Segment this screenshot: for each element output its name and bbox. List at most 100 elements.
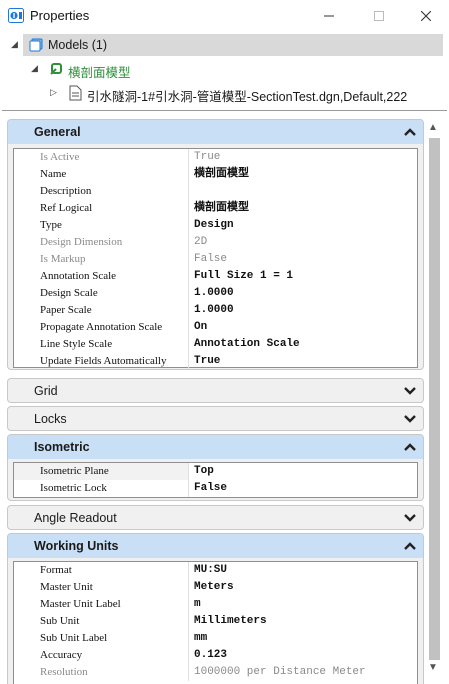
property-row[interactable]: Type Design — [14, 217, 417, 234]
section-general: General Is Active True Name 横剖面模型 Descriptio… — [7, 119, 424, 370]
property-row[interactable]: Description — [14, 183, 417, 200]
scroll-up-arrow-icon[interactable]: ▲ — [428, 122, 438, 133]
property-value[interactable]: MU:SU — [190, 562, 417, 579]
property-name: Master Unit — [14, 579, 189, 596]
section-grid: Grid — [7, 378, 424, 403]
section-title: Grid — [34, 384, 58, 398]
property-name: Is Markup — [14, 251, 189, 268]
property-value[interactable]: mm — [190, 630, 417, 647]
property-row[interactable]: Propagate Annotation Scale On — [14, 319, 417, 336]
maximize-icon — [374, 10, 384, 21]
property-row[interactable]: Master Unit Label m — [14, 596, 417, 613]
section-title: Working Units — [34, 539, 119, 553]
property-value: 2D — [194, 236, 208, 248]
property-name: Design Scale — [14, 285, 189, 302]
tree-item-model[interactable]: ◢ 横剖面模型 — [2, 58, 422, 80]
property-name: Isometric Plane — [14, 463, 189, 480]
property-row[interactable]: Name 横剖面模型 — [14, 166, 417, 183]
property-row[interactable]: Format MU:SU — [14, 562, 417, 579]
model-name-label: 横剖面模型 — [68, 66, 131, 80]
chevron-down-icon[interactable] — [404, 413, 416, 425]
property-name: Update Fields Automatically — [14, 353, 189, 369]
property-row[interactable]: Line Style Scale Annotation Scale — [14, 336, 417, 353]
property-value[interactable]: Full Size 1 = 1 — [190, 268, 417, 285]
property-name: Is Active — [14, 149, 189, 166]
section-general-header[interactable]: General — [8, 120, 423, 144]
design-model-icon — [50, 63, 62, 75]
property-row[interactable]: Ref Logical 横剖面模型 — [14, 200, 417, 217]
property-value[interactable]: 1.0000 — [190, 285, 417, 302]
property-value: True — [194, 151, 221, 163]
chevron-down-icon[interactable] — [404, 385, 416, 397]
property-row[interactable]: Is Markup False — [14, 251, 417, 268]
property-row[interactable]: Isometric Lock False — [14, 480, 417, 497]
property-value: False — [194, 253, 228, 265]
expand-arrow-icon[interactable]: ▷ — [50, 87, 57, 98]
section-angle-readout: Angle Readout — [7, 505, 424, 530]
property-row[interactable]: Sub Unit Millimeters — [14, 613, 417, 630]
property-row[interactable]: Resolution 1000000 per Distance Meter — [14, 664, 417, 681]
property-value[interactable]: Meters — [190, 579, 417, 596]
property-value[interactable]: Top — [190, 463, 417, 480]
collapse-arrow-icon[interactable]: ◢ — [31, 63, 38, 74]
property-value[interactable]: 0.123 — [190, 647, 417, 664]
property-name: Annotation Scale — [14, 268, 189, 285]
property-name: Master Unit Label — [14, 596, 189, 613]
property-value[interactable]: Annotation Scale — [190, 336, 417, 353]
collapse-arrow-icon[interactable]: ◢ — [11, 39, 18, 50]
close-button[interactable] — [403, 0, 449, 31]
chevron-up-icon[interactable] — [404, 540, 416, 552]
property-value[interactable]: Millimeters — [190, 613, 417, 630]
property-row[interactable]: Design Dimension 2D — [14, 234, 417, 251]
property-name: Ref Logical — [14, 200, 189, 217]
property-value[interactable]: True — [190, 353, 417, 369]
property-value[interactable]: 1.0000 — [190, 302, 417, 319]
minimize-icon — [324, 15, 334, 16]
property-value[interactable]: False — [190, 480, 417, 497]
property-value[interactable]: 横剖面模型 — [190, 166, 417, 183]
section-grid-header[interactable]: Grid — [8, 379, 423, 402]
property-row[interactable]: Design Scale 1.0000 — [14, 285, 417, 302]
property-row[interactable]: Update Fields Automatically True — [14, 353, 417, 369]
property-value[interactable]: m — [190, 596, 417, 613]
property-name: Format — [14, 562, 189, 579]
property-row[interactable]: Is Active True — [14, 149, 417, 166]
property-name: Isometric Lock — [14, 480, 189, 497]
property-row[interactable]: Sub Unit Label mm — [14, 630, 417, 647]
property-grid: Isometric Plane Top Isometric Lock False — [13, 462, 418, 498]
property-row[interactable]: Isometric Plane Top — [14, 463, 417, 480]
property-value: 1000000 per Distance Meter — [194, 666, 366, 678]
section-angle-readout-header[interactable]: Angle Readout — [8, 506, 423, 529]
property-grid: Format MU:SU Master Unit Meters Master Unit … — [13, 561, 418, 684]
property-value[interactable]: On — [190, 319, 417, 336]
property-value[interactable]: Design — [190, 217, 417, 234]
property-name: Line Style Scale — [14, 336, 189, 353]
property-name: Paper Scale — [14, 302, 189, 319]
section-locks: Locks — [7, 406, 424, 431]
property-row[interactable]: Master Unit Meters — [14, 579, 417, 596]
property-row[interactable]: Accuracy 0.123 — [14, 647, 417, 664]
property-name: Description — [14, 183, 189, 200]
property-row[interactable]: Annotation Scale Full Size 1 = 1 — [14, 268, 417, 285]
property-name: Design Dimension — [14, 234, 189, 251]
section-title: General — [34, 125, 81, 139]
property-value[interactable]: 横剖面模型 — [190, 200, 417, 217]
minimize-button[interactable] — [306, 0, 352, 31]
tree-item-models[interactable]: ◢ Models (1) — [11, 34, 443, 56]
scrollbar-thumb[interactable] — [429, 138, 440, 660]
section-working-units-header[interactable]: Working Units — [8, 534, 423, 558]
section-title: Angle Readout — [34, 511, 117, 525]
maximize-button[interactable] — [356, 0, 402, 31]
model-tree: ◢ Models (1) ◢ 横剖面模型 ▷ 引水隧洞-1#引水洞-管道模型-S… — [2, 31, 447, 111]
tree-item-file[interactable]: ▷ 引水隧洞-1#引水洞-管道模型-SectionTest.dgn,Defaul… — [2, 82, 442, 104]
chevron-up-icon[interactable] — [404, 126, 416, 138]
window-title: Properties — [30, 8, 90, 23]
section-locks-header[interactable]: Locks — [8, 407, 423, 430]
chevron-up-icon[interactable] — [404, 441, 416, 453]
property-name: Type — [14, 217, 189, 234]
scroll-down-arrow-icon[interactable]: ▼ — [428, 662, 438, 673]
property-value[interactable] — [190, 183, 417, 200]
section-isometric-header[interactable]: Isometric — [8, 435, 423, 459]
chevron-down-icon[interactable] — [404, 512, 416, 524]
property-row[interactable]: Paper Scale 1.0000 — [14, 302, 417, 319]
